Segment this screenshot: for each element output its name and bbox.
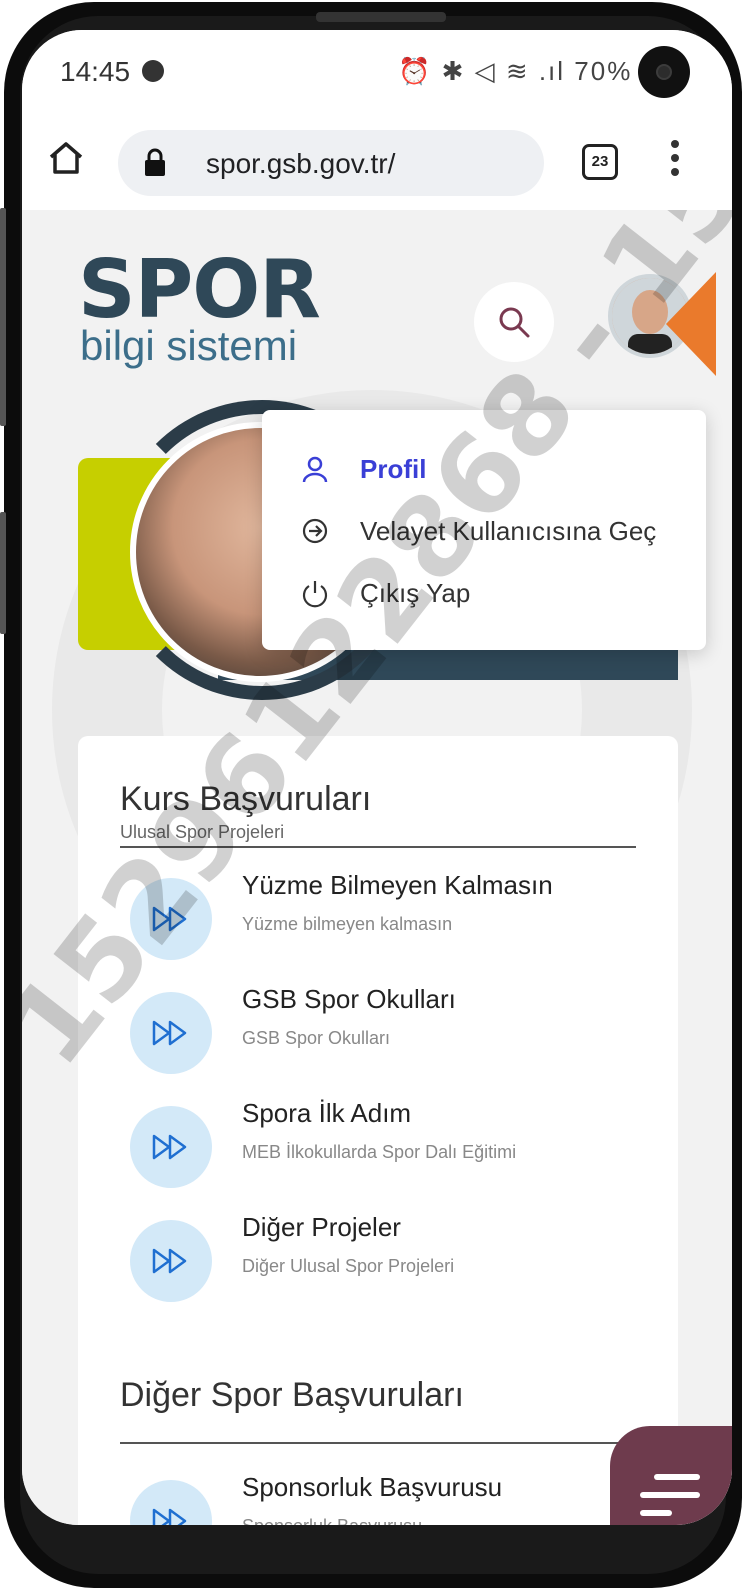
site-logo-subtitle: bilgi sistemi (80, 322, 298, 369)
list-item[interactable]: Diğer Projeler Diğer Ulusal Spor Projele… (130, 1212, 650, 1312)
web-page: SPOR bilgi sistemi Profil Velayet Kullan… (22, 210, 732, 1525)
status-icons-text: ⏰ ✱ ◁ ≋ .ıl (398, 56, 566, 86)
phone-screen: 14:45 ⏰ ✱ ◁ ≋ .ıl 70% ▮ spor.gsb.gov.tr/… (22, 30, 732, 1525)
fast-forward-icon (130, 1480, 212, 1525)
menu-lines-icon (654, 1474, 700, 1480)
section-title: Diğer Spor Başvuruları (120, 1376, 464, 1414)
status-time: 14:45 (60, 56, 131, 87)
spotify-icon (142, 60, 164, 82)
phone-side-button (0, 208, 6, 426)
section-divider (120, 1442, 636, 1444)
fast-forward-icon (130, 1106, 212, 1188)
browser-toolbar: spor.gsb.gov.tr/ 23 (22, 116, 732, 210)
phone-speaker (316, 12, 446, 22)
site-logo[interactable]: SPOR (78, 250, 321, 330)
phone-side-button (0, 512, 6, 634)
list-item-subtitle: MEB İlkokullarda Spor Dalı Eğitimi (242, 1142, 517, 1162)
list-item[interactable]: Spora İlk Adım MEB İlkokullarda Spor Dal… (130, 1098, 650, 1198)
front-camera (638, 46, 690, 98)
floating-menu-button[interactable] (610, 1426, 732, 1525)
status-icons: ⏰ ✱ ◁ ≋ .ıl 70% ▮ (398, 56, 658, 87)
list-item-subtitle: Sponsorluk Başvurusu (242, 1516, 422, 1525)
list-item[interactable]: GSB Spor Okulları GSB Spor Okulları (130, 984, 650, 1084)
callout-arrow (666, 272, 716, 376)
lock-icon (142, 148, 168, 183)
fast-forward-icon (130, 1220, 212, 1302)
url-text: spor.gsb.gov.tr/ (206, 148, 396, 179)
arrow-circle-right-icon (302, 518, 328, 544)
list-item-title: GSB Spor Okulları (242, 984, 456, 1014)
tab-switcher-button[interactable]: 23 (582, 144, 618, 180)
list-item[interactable]: Sponsorluk Başvurusu Sponsorluk Başvurus… (130, 1472, 650, 1525)
user-icon (302, 456, 328, 483)
battery-level: 70% (574, 56, 633, 86)
list-item-title: Yüzme Bilmeyen Kalmasın (242, 870, 553, 900)
menu-lines-icon (640, 1492, 700, 1498)
list-item-subtitle: Yüzme bilmeyen kalmasın (242, 914, 453, 934)
browser-menu-icon[interactable] (670, 140, 680, 184)
list-item-title: Spora İlk Adım (242, 1098, 412, 1128)
list-item-title: Diğer Projeler (242, 1212, 401, 1242)
list-item-subtitle: GSB Spor Okulları (242, 1028, 391, 1048)
list-item-subtitle: Diğer Ulusal Spor Projeleri (242, 1256, 455, 1276)
home-icon[interactable] (46, 138, 86, 183)
status-bar: 14:45 ⏰ ✱ ◁ ≋ .ıl 70% ▮ (22, 30, 732, 116)
list-item-title: Sponsorluk Başvurusu (242, 1472, 503, 1502)
address-bar[interactable]: spor.gsb.gov.tr/ (118, 130, 544, 196)
menu-lines-icon (640, 1510, 672, 1516)
